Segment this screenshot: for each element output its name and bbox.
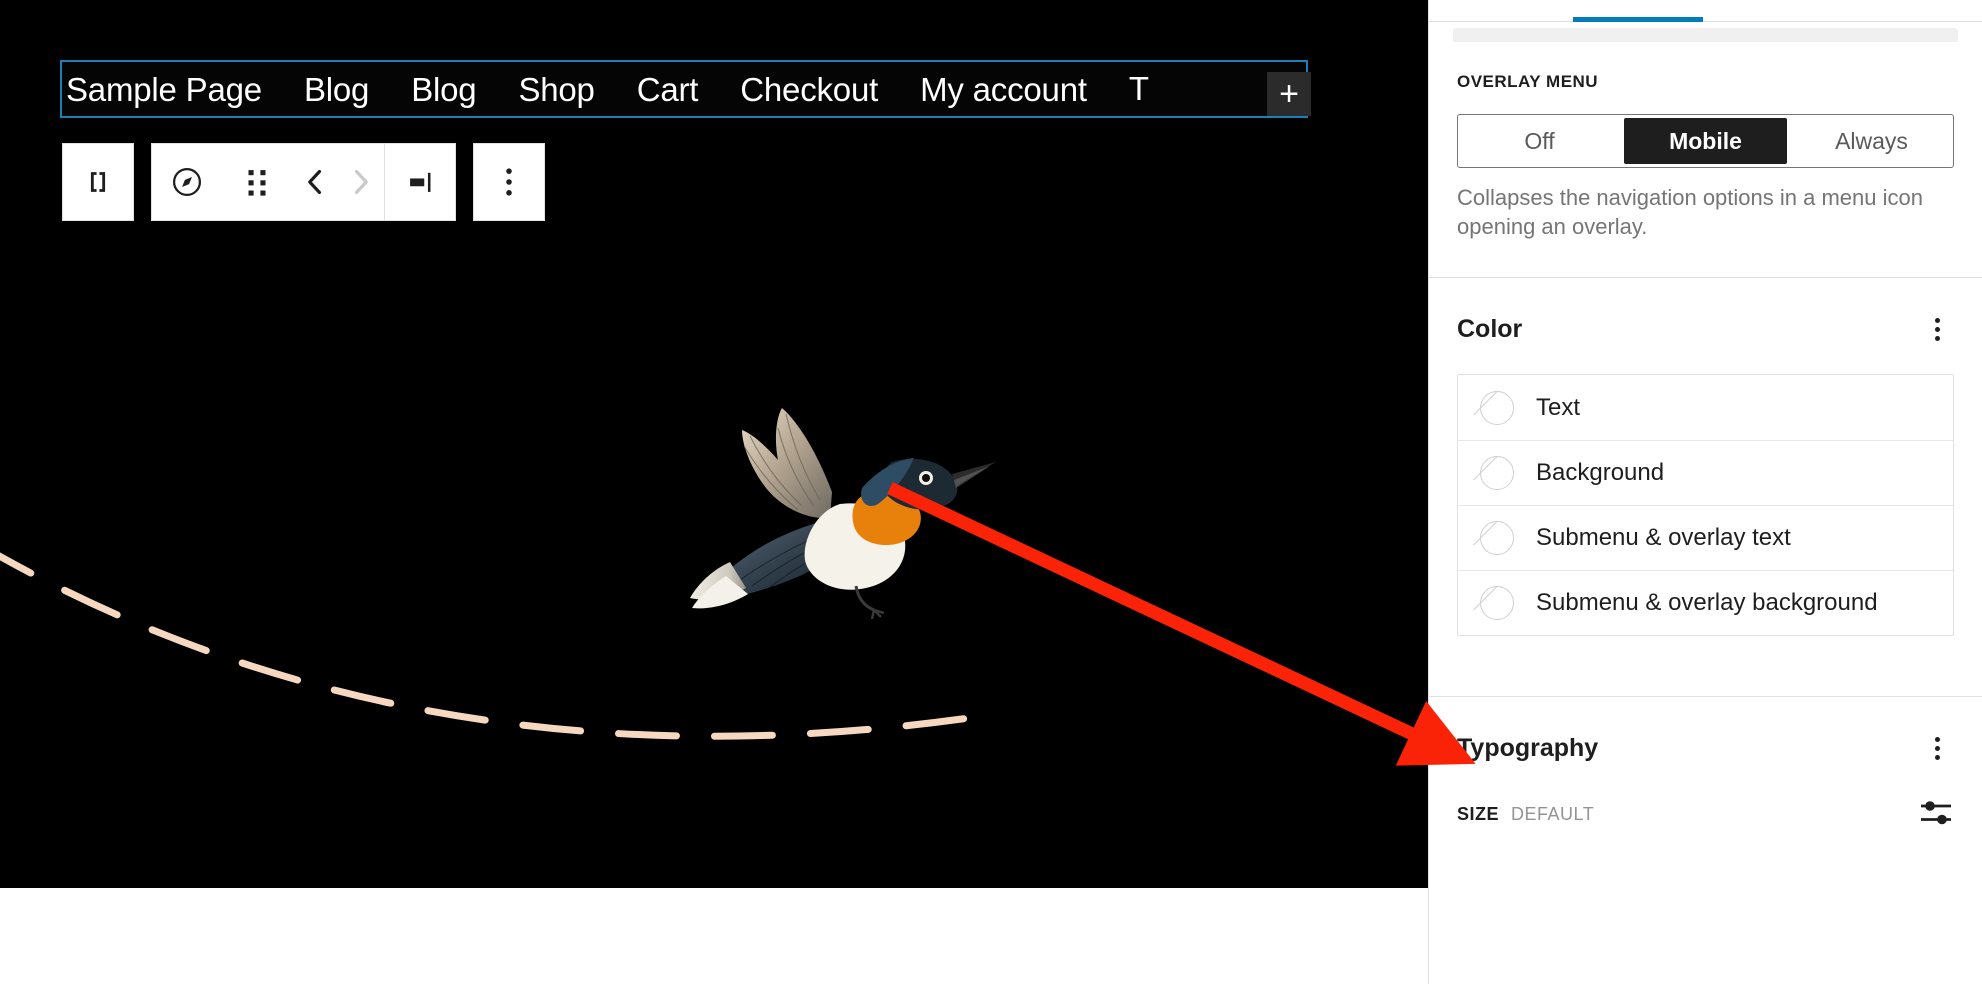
kebab-dot <box>1934 317 1940 323</box>
nav-item-sample-page[interactable]: Sample Page <box>66 73 262 106</box>
justify-right-icon <box>403 165 437 199</box>
add-block-button[interactable]: + <box>1267 72 1311 116</box>
sidebar-toolbar-placeholder <box>1453 28 1958 42</box>
move-left-button[interactable] <box>292 144 338 220</box>
color-label-submenu-overlay-background: Submenu & overlay background <box>1536 589 1878 617</box>
nav-item-truncated[interactable]: T <box>1129 70 1149 108</box>
screen-root: Sample Page Blog Blog Shop Cart Checkout… <box>0 0 1982 984</box>
nav-item-blog-2[interactable]: Blog <box>411 73 476 106</box>
block-toolbar <box>62 143 545 221</box>
kebab-dot <box>1934 326 1940 332</box>
nav-item-shop[interactable]: Shop <box>518 73 594 106</box>
overlay-menu-help-text: Collapses the navigation options in a me… <box>1457 185 1923 239</box>
navigation-menu-list: Sample Page Blog Blog Shop Cart Checkout… <box>64 70 1149 108</box>
overlay-menu-segmented-control[interactable]: Off Mobile Always <box>1457 114 1954 168</box>
settings-sidebar: OVERLAY MENU Off Mobile Always Collapses… <box>1428 0 1982 984</box>
chevron-left-icon <box>302 167 328 197</box>
color-panel-title: Color <box>1457 314 1523 343</box>
block-options-button[interactable] <box>474 144 544 220</box>
color-label-background: Background <box>1536 459 1665 487</box>
kebab-dot <box>1934 745 1940 751</box>
overlay-option-off[interactable]: Off <box>1458 115 1621 167</box>
nav-item-checkout[interactable]: Checkout <box>740 73 878 106</box>
toolbar-group-options <box>473 143 545 221</box>
color-panel-header: Color <box>1429 278 1982 346</box>
move-right-button[interactable] <box>338 144 384 220</box>
color-row-background[interactable]: Background <box>1458 440 1953 506</box>
color-row-submenu-overlay-background[interactable]: Submenu & overlay background <box>1458 570 1953 636</box>
navigation-block[interactable]: Sample Page Blog Blog Shop Cart Checkout… <box>60 60 1311 118</box>
kebab-icon <box>499 165 519 199</box>
toolbar-group-blocktype <box>62 143 134 221</box>
nav-item-cart[interactable]: Cart <box>637 73 699 106</box>
no-color-swatch-icon <box>1480 390 1514 425</box>
chevron-right-icon <box>348 167 374 197</box>
kebab-dot <box>1934 335 1940 341</box>
overlay-option-mobile[interactable]: Mobile <box>1624 118 1787 164</box>
typography-size-row: SIZE DEFAULT <box>1429 765 1982 832</box>
nav-item-my-account[interactable]: My account <box>920 73 1087 106</box>
kebab-dot <box>1934 754 1940 760</box>
color-row-text[interactable]: Text <box>1458 375 1953 441</box>
color-row-submenu-overlay-text[interactable]: Submenu & overlay text <box>1458 505 1953 571</box>
drag-handle-icon <box>244 165 270 199</box>
size-value-label: DEFAULT <box>1511 804 1595 825</box>
sidebar-tabstrip <box>1429 0 1982 22</box>
no-color-swatch-icon <box>1480 586 1514 621</box>
overlay-menu-section: OVERLAY MENU Off Mobile Always Collapses… <box>1429 72 1982 241</box>
justification-button[interactable] <box>385 144 455 220</box>
active-tab-indicator <box>1573 17 1703 22</box>
color-label-text: Text <box>1536 393 1581 421</box>
color-panel-options-button[interactable] <box>1920 312 1954 346</box>
editor-canvas: Sample Page Blog Blog Shop Cart Checkout… <box>0 0 1428 984</box>
nav-item-blog-1[interactable]: Blog <box>304 73 369 106</box>
color-label-submenu-overlay-text: Submenu & overlay text <box>1536 524 1791 552</box>
drag-handle-button[interactable] <box>222 144 292 220</box>
size-label-group: SIZE DEFAULT <box>1457 804 1594 825</box>
bird-illustration <box>690 408 996 620</box>
kebab-dot <box>1934 736 1940 742</box>
navigation-block-type-button[interactable] <box>63 144 133 220</box>
no-color-swatch-icon <box>1480 456 1514 491</box>
select-parent-button[interactable] <box>152 144 222 220</box>
typography-panel-options-button[interactable] <box>1920 731 1954 765</box>
toolbar-group-main <box>151 143 456 221</box>
typography-panel-header: Typography <box>1429 697 1982 765</box>
overlay-option-always[interactable]: Always <box>1790 115 1953 167</box>
no-color-swatch-icon <box>1480 521 1514 556</box>
size-key-label: SIZE <box>1457 804 1500 825</box>
overlay-menu-label: OVERLAY MENU <box>1457 72 1599 91</box>
typography-panel-title: Typography <box>1457 733 1599 762</box>
color-options-list: Text Background Submenu & overlay text S… <box>1457 374 1954 637</box>
settings-slider-icon[interactable] <box>1918 797 1954 832</box>
navigation-block-icon <box>81 165 115 199</box>
compass-icon <box>169 164 205 200</box>
